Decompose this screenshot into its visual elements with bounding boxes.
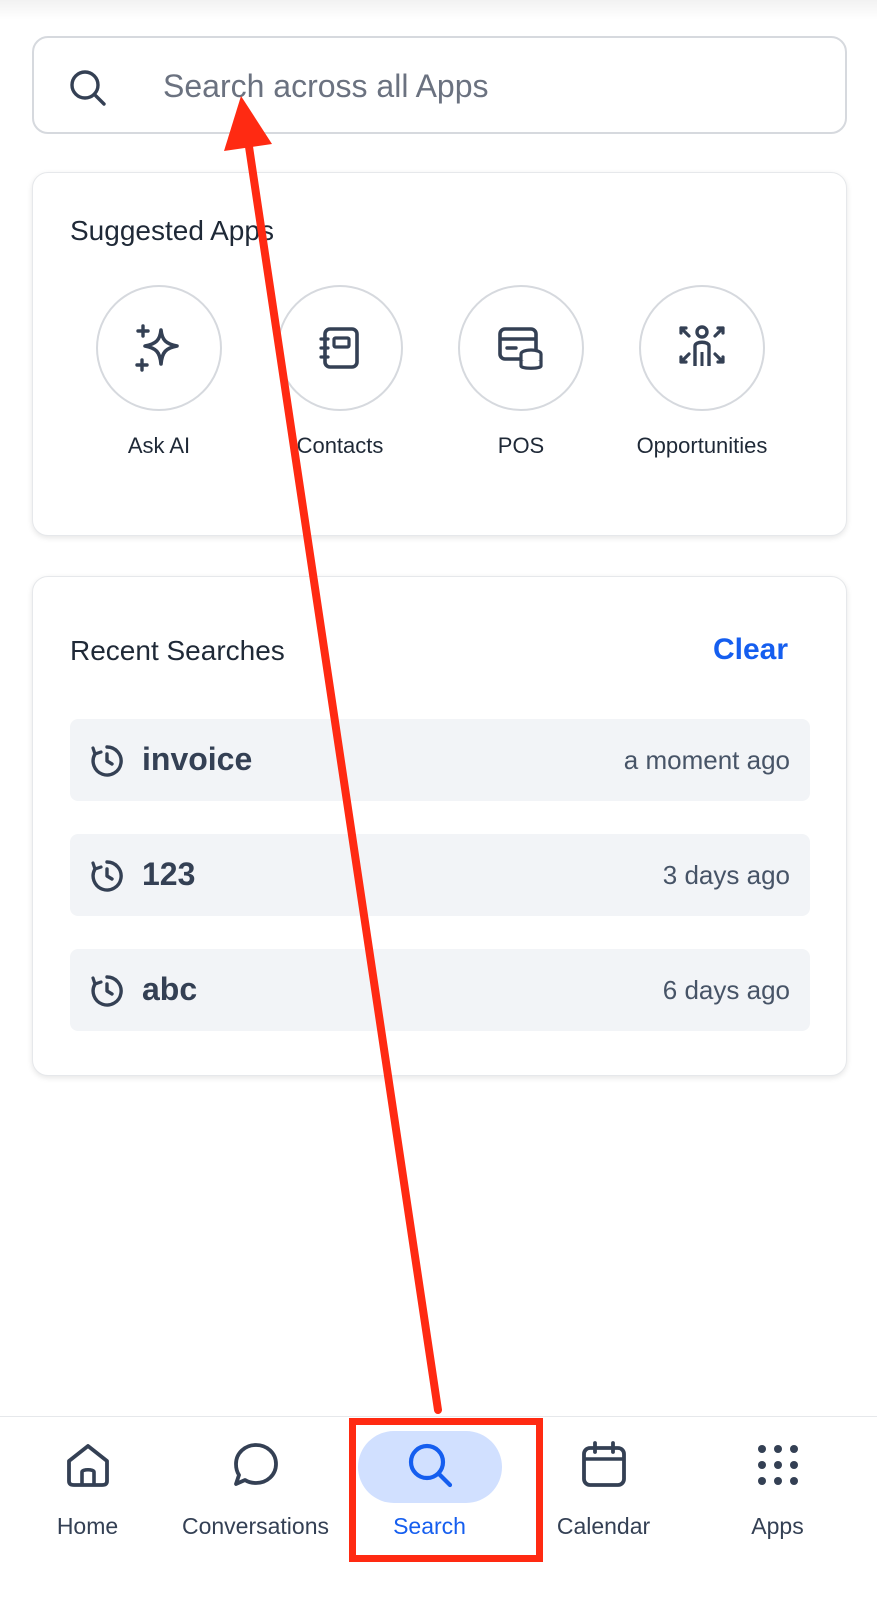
recent-search-term: abc <box>142 971 198 1007</box>
suggested-apps-card: Suggested Apps Ask AI Contacts POS Oppor… <box>32 172 847 536</box>
ask-ai-label: Ask AI <box>127 433 191 458</box>
recent-searches-card: Recent Searches Clear invoice a moment a… <box>32 576 847 1076</box>
suggested-app-ask-ai[interactable]: Ask AI <box>69 285 249 459</box>
history-clock-icon <box>91 975 123 1007</box>
nav-label-conversations: Conversations <box>181 1513 330 1539</box>
recent-search-item[interactable]: 123 3 days ago <box>70 834 810 916</box>
opportunities-icon <box>679 325 725 366</box>
nav-item-apps[interactable]: Apps <box>690 1417 865 1600</box>
global-search-bar[interactable] <box>32 36 847 134</box>
suggested-app-pos[interactable]: POS <box>431 285 611 459</box>
contacts-label: Contacts <box>296 433 384 458</box>
recent-search-term: invoice <box>142 741 253 777</box>
suggested-apps-title: Suggested Apps <box>70 215 274 246</box>
contacts-app-button[interactable] <box>277 285 403 411</box>
history-clock-icon <box>91 860 123 892</box>
recent-search-time: 3 days ago <box>662 860 790 890</box>
pos-register-icon <box>498 327 543 370</box>
recent-search-time: 6 days ago <box>662 975 790 1005</box>
status-bar-shade <box>0 0 877 20</box>
nav-item-home[interactable]: Home <box>0 1417 175 1600</box>
suggested-app-opportunities[interactable]: Opportunities <box>612 285 792 459</box>
clear-recent-button[interactable]: Clear <box>713 633 788 667</box>
annotation-highlight-box <box>349 1418 543 1562</box>
recent-search-term: 123 <box>142 856 196 892</box>
chat-bubble-icon <box>233 1443 278 1486</box>
contact-book-icon <box>319 327 359 369</box>
recent-search-item[interactable]: abc 6 days ago <box>70 949 810 1031</box>
pos-app-button[interactable] <box>458 285 584 411</box>
opportunities-label: Opportunities <box>636 433 768 458</box>
nav-label-apps: Apps <box>751 1513 804 1539</box>
search-icon <box>70 70 106 106</box>
recent-search-time: a moment ago <box>623 745 790 775</box>
recent-searches-title: Recent Searches <box>70 635 285 666</box>
nav-label-home: Home <box>56 1513 119 1539</box>
recent-search-item[interactable]: invoice a moment ago <box>70 719 810 801</box>
opportunities-app-button[interactable] <box>639 285 765 411</box>
apps-grid-icon <box>757 1445 798 1485</box>
nav-item-conversations[interactable]: Conversations <box>168 1417 343 1600</box>
pos-label: POS <box>497 433 545 458</box>
sparkles-icon <box>135 324 179 372</box>
calendar-icon <box>581 1441 626 1487</box>
suggested-app-contacts[interactable]: Contacts <box>250 285 430 459</box>
home-icon <box>66 1444 109 1487</box>
ask-ai-app-button[interactable] <box>96 285 222 411</box>
history-clock-icon <box>91 745 123 777</box>
search-input[interactable] <box>129 58 809 114</box>
